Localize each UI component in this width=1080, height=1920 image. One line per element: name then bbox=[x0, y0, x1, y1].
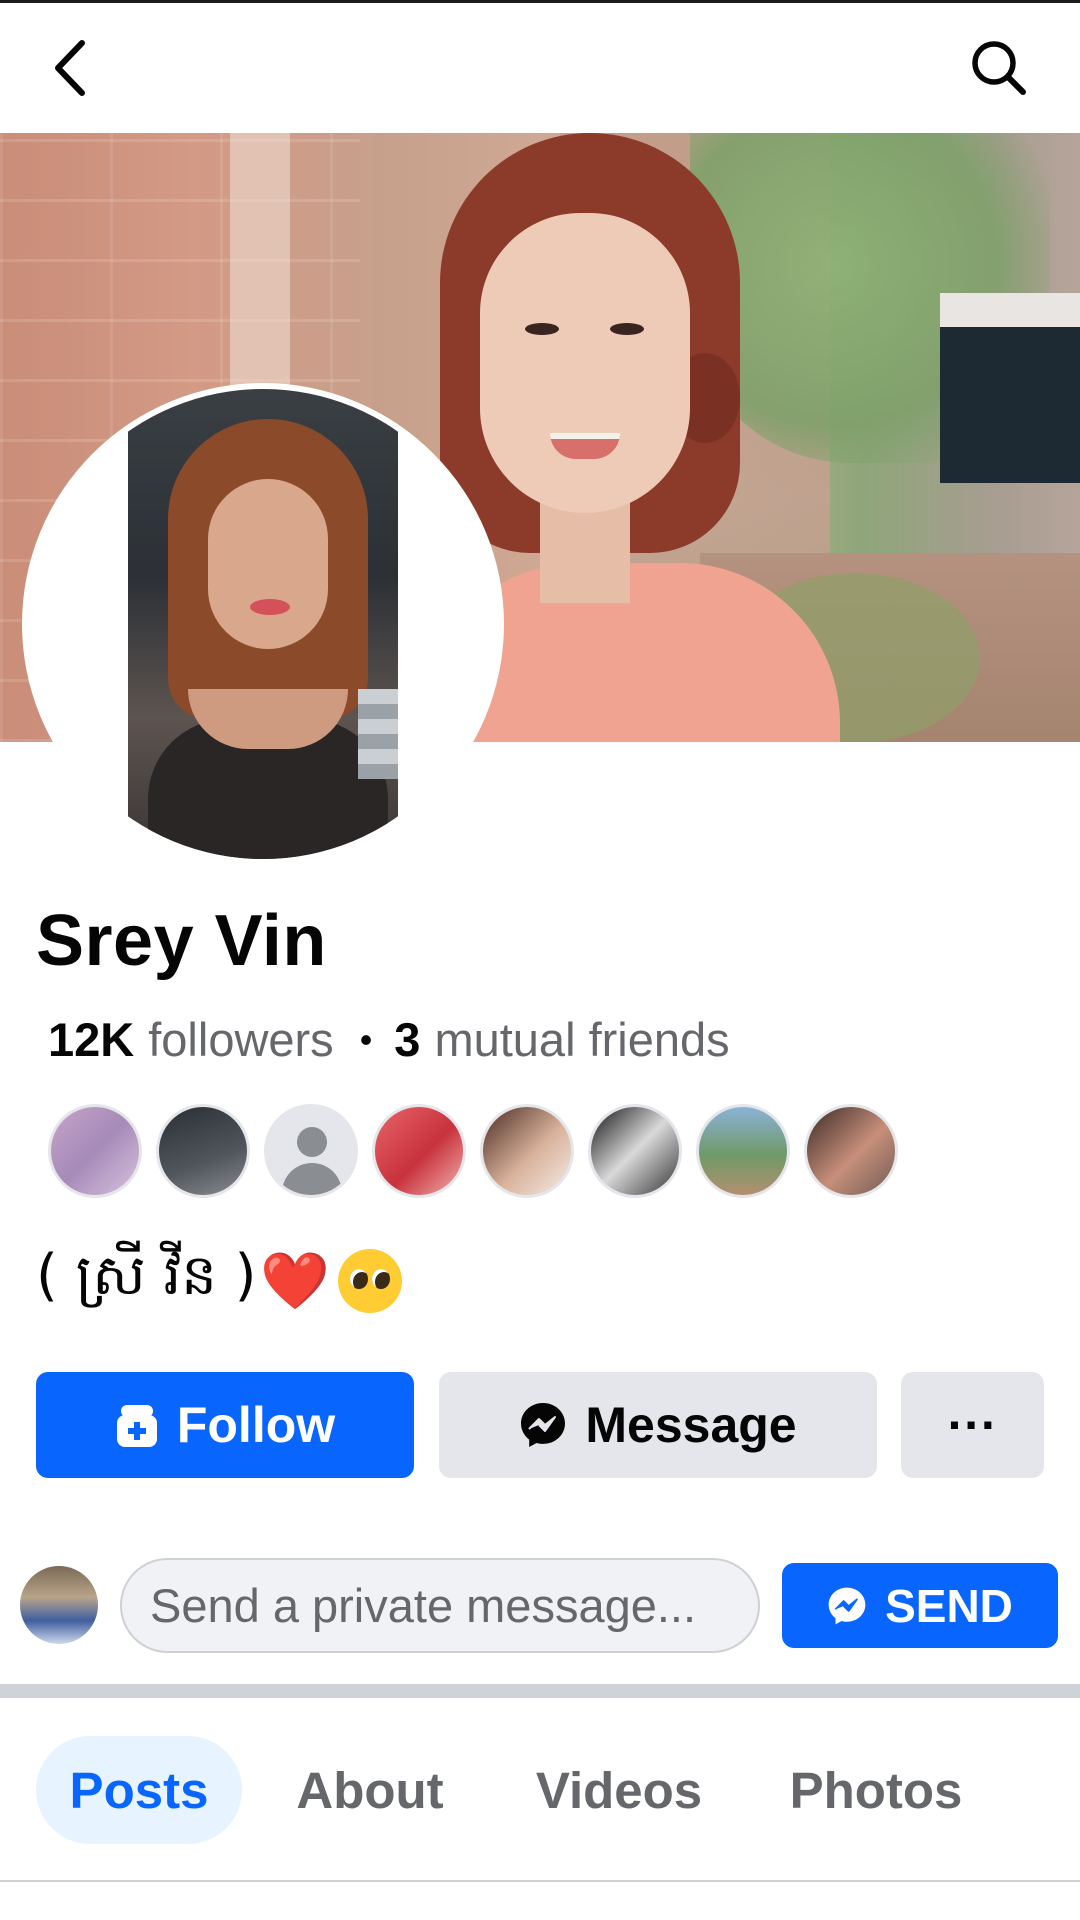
profile-picture-photo bbox=[128, 389, 398, 859]
search-button[interactable] bbox=[968, 37, 1030, 99]
messenger-icon bbox=[519, 1401, 567, 1449]
mutual-friends-count[interactable]: 3 bbox=[394, 1012, 420, 1067]
search-icon bbox=[972, 41, 1026, 95]
profile-tabs: Posts About Videos Photos bbox=[0, 1698, 1080, 1880]
mutual-friends-label[interactable]: mutual friends bbox=[434, 1012, 729, 1067]
top-nav-bar bbox=[0, 3, 1080, 133]
profile-bio: ( ស្រី វីន ) ❤️ bbox=[36, 1240, 403, 1322]
followers-label[interactable]: followers bbox=[148, 1012, 333, 1067]
send-label: SEND bbox=[885, 1579, 1013, 1632]
tabs-bottom-border bbox=[0, 1880, 1080, 1882]
friend-avatar[interactable] bbox=[588, 1104, 682, 1198]
heart-emoji-icon: ❤️ bbox=[260, 1249, 331, 1314]
friend-avatar[interactable] bbox=[372, 1104, 466, 1198]
tab-posts[interactable]: Posts bbox=[36, 1736, 242, 1844]
current-user-avatar bbox=[20, 1566, 98, 1644]
back-button[interactable] bbox=[40, 33, 100, 103]
follow-button[interactable]: Follow bbox=[36, 1372, 414, 1478]
tab-videos[interactable]: Videos bbox=[520, 1736, 718, 1844]
follow-label: Follow bbox=[176, 1397, 336, 1453]
more-options-icon: ··· bbox=[947, 1397, 998, 1453]
section-divider bbox=[0, 1684, 1080, 1698]
profile-picture[interactable] bbox=[28, 389, 498, 859]
friend-avatar[interactable] bbox=[696, 1104, 790, 1198]
tab-photos[interactable]: Photos bbox=[776, 1736, 976, 1844]
chevron-left-icon bbox=[55, 40, 85, 96]
messenger-icon bbox=[827, 1586, 867, 1626]
friend-avatar[interactable] bbox=[156, 1104, 250, 1198]
cover-shed bbox=[940, 293, 1080, 483]
friend-avatar[interactable] bbox=[48, 1104, 142, 1198]
send-button[interactable]: SEND bbox=[782, 1563, 1058, 1648]
tab-about[interactable]: About bbox=[280, 1736, 460, 1844]
friend-avatar[interactable] bbox=[480, 1104, 574, 1198]
friend-avatar[interactable] bbox=[804, 1104, 898, 1198]
profile-name: Srey Vin bbox=[36, 901, 327, 981]
message-label: Message bbox=[585, 1397, 797, 1453]
followers-count[interactable]: 12K bbox=[48, 1012, 134, 1067]
mutual-friends-avatars bbox=[48, 1104, 898, 1198]
profile-stats: 12K followers • 3 mutual friends bbox=[48, 1012, 730, 1067]
more-options-button[interactable]: ··· bbox=[901, 1372, 1044, 1478]
private-message-input[interactable] bbox=[120, 1558, 760, 1653]
follow-icon bbox=[115, 1401, 159, 1449]
message-button[interactable]: Message bbox=[439, 1372, 877, 1478]
pleading-face-emoji-icon bbox=[338, 1249, 403, 1313]
friend-avatar-default[interactable] bbox=[264, 1104, 358, 1198]
stats-separator: • bbox=[359, 1018, 373, 1060]
bio-text: ( ស្រី វីន ) bbox=[36, 1243, 257, 1308]
